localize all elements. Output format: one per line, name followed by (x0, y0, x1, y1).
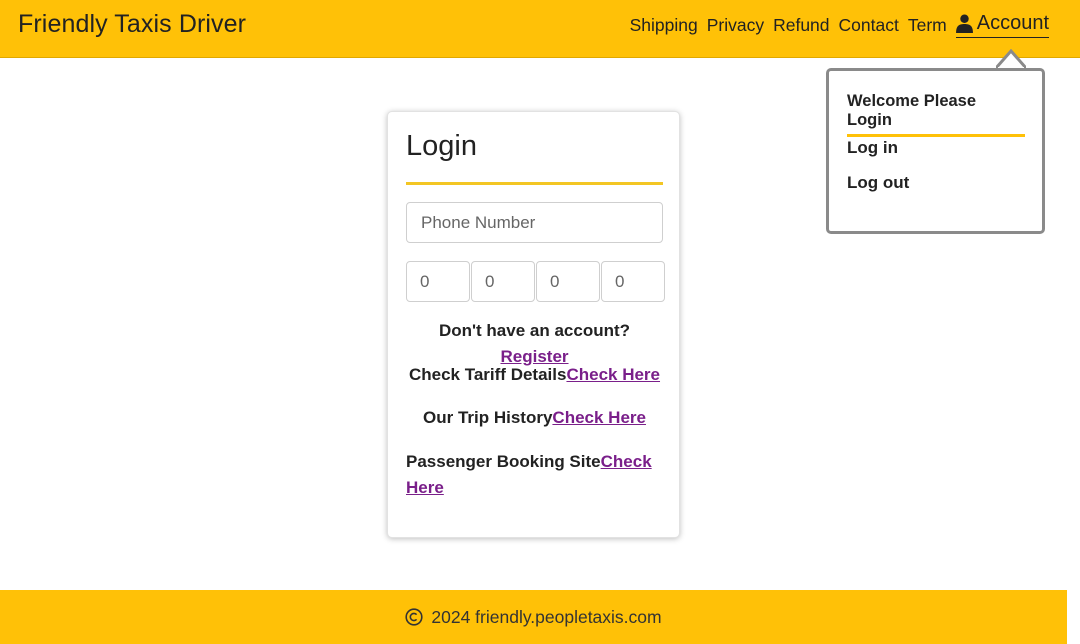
login-card: Login Don't have an account?Register Che… (387, 111, 680, 538)
dropdown-title: Welcome Please Login (847, 92, 1025, 137)
tariff-prompt: Check Tariff Details (408, 365, 567, 384)
nav-link-term[interactable]: Term (908, 15, 947, 36)
nav-link-shipping[interactable]: Shipping (630, 15, 698, 36)
title-underline (406, 182, 663, 185)
booking-site-prompt: Passenger Booking Site (406, 452, 601, 471)
footer-text: 2024 friendly.peopletaxis.com (431, 606, 662, 627)
account-dropdown: Welcome Please Login Log in Log out (826, 68, 1045, 234)
footer: 2024 friendly.peopletaxis.com (0, 590, 1067, 644)
otp-digit-1[interactable] (406, 261, 470, 302)
tariff-link[interactable]: Check Here (566, 365, 660, 384)
register-prompt: Don't have an account? (438, 321, 631, 340)
otp-digit-3[interactable] (536, 261, 600, 302)
nav-link-privacy[interactable]: Privacy (707, 15, 764, 36)
nav-link-contact[interactable]: Contact (839, 15, 899, 36)
otp-digit-2[interactable] (471, 261, 535, 302)
user-icon (955, 14, 973, 33)
dropdown-caret (996, 49, 1026, 70)
phone-number-input[interactable] (406, 202, 663, 243)
booking-site-row: Passenger Booking SiteCheck Here (406, 449, 663, 501)
brand-title[interactable]: Friendly Taxis Driver (18, 10, 246, 39)
nav-link-refund[interactable]: Refund (773, 15, 829, 36)
otp-inputs (406, 261, 665, 302)
login-title: Login (406, 130, 477, 162)
otp-digit-4[interactable] (601, 261, 665, 302)
trip-history-link[interactable]: Check Here (552, 408, 646, 427)
trip-history-prompt: Our Trip History (423, 408, 553, 427)
trip-history-row: Our Trip HistoryCheck Here (406, 405, 663, 431)
account-label: Account (976, 12, 1049, 34)
copyright-icon (405, 608, 423, 626)
logout-menu-item[interactable]: Log out (847, 173, 909, 193)
account-menu-button[interactable]: Account (955, 12, 1049, 38)
navbar: Friendly Taxis Driver Shipping Privacy R… (0, 0, 1080, 58)
nav-links: Shipping Privacy Refund Contact Term Acc… (630, 12, 1049, 38)
login-menu-item[interactable]: Log in (847, 138, 898, 158)
tariff-row: Check Tariff DetailsCheck Here (406, 362, 663, 388)
